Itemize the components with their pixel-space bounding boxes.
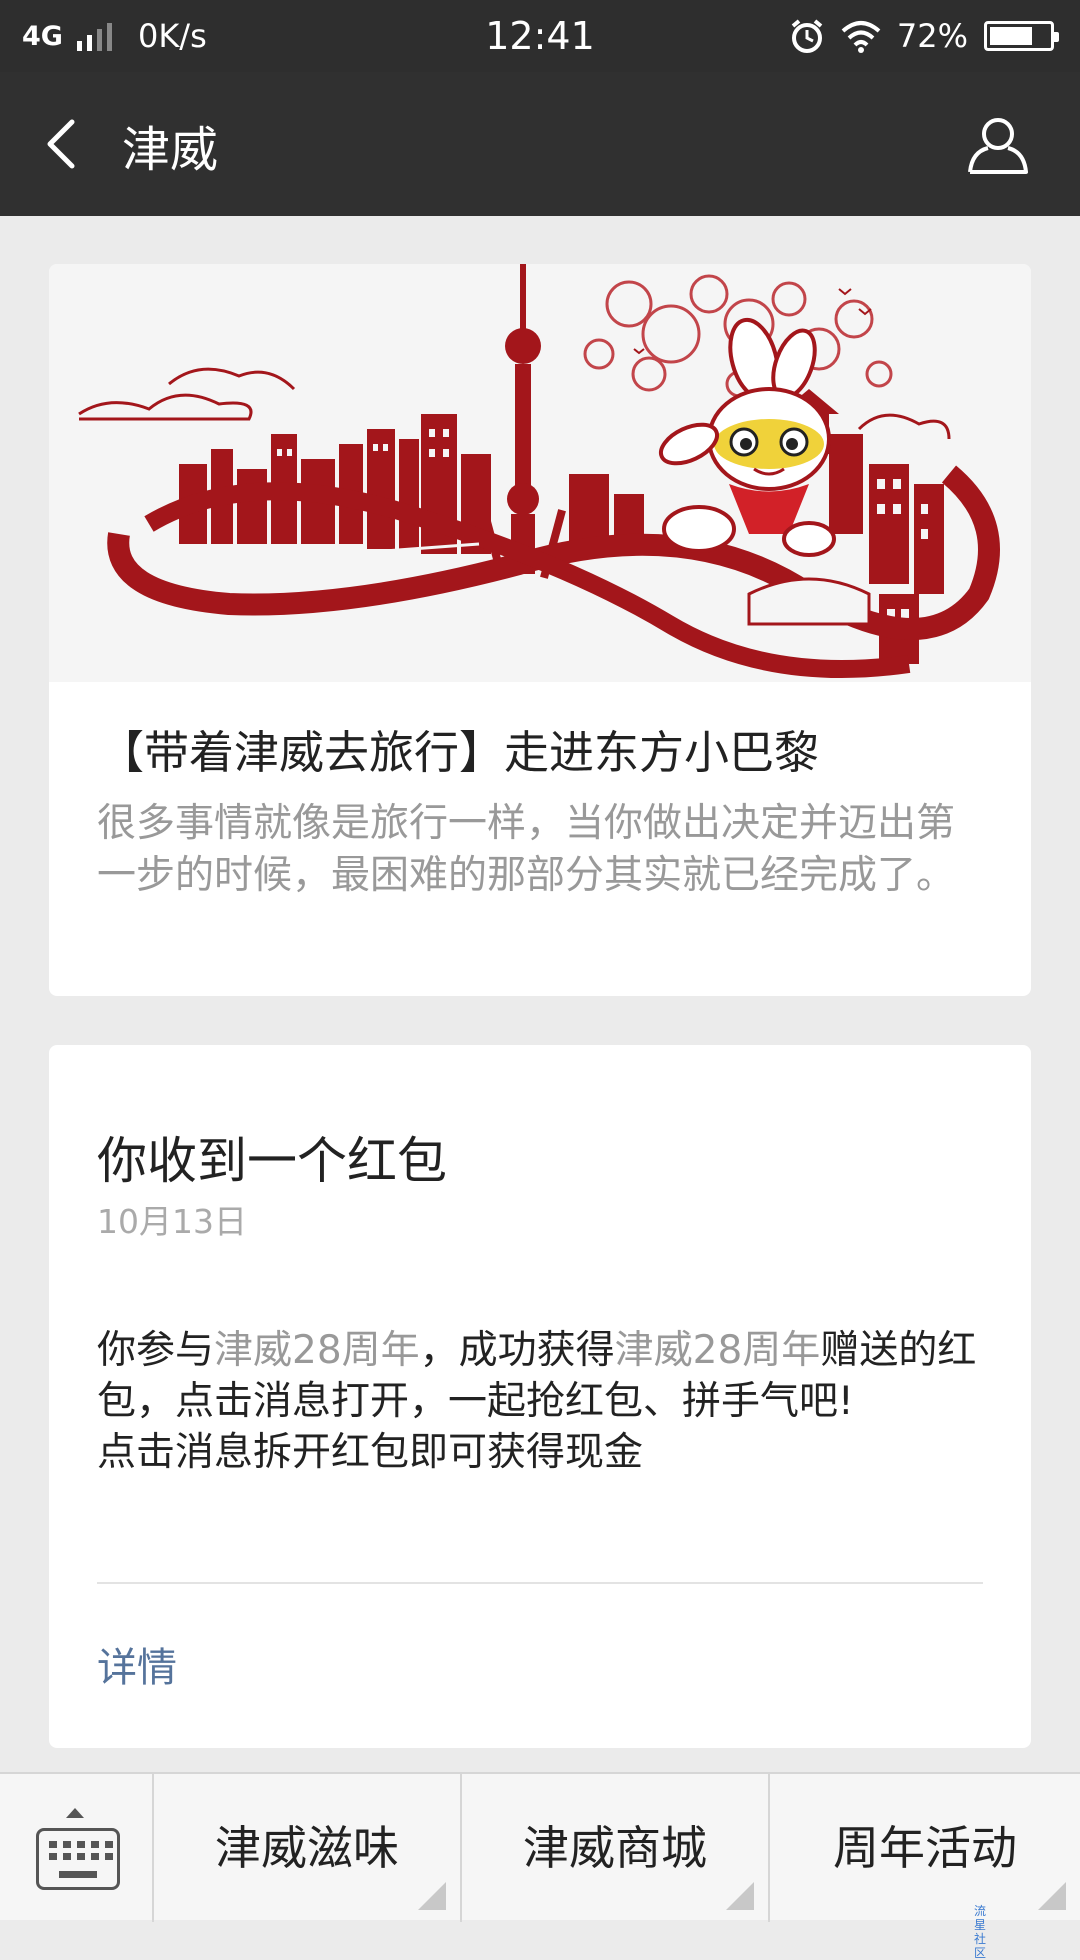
keyboard-icon bbox=[36, 1828, 120, 1890]
message-date: 10月13日 bbox=[97, 1202, 247, 1241]
page-title: 津威 bbox=[122, 122, 219, 178]
article-cover-image bbox=[49, 264, 1031, 682]
battery-icon bbox=[984, 21, 1059, 51]
menu-item-anniversary[interactable]: 周年活动 bbox=[770, 1774, 1080, 1922]
back-arrow-icon[interactable] bbox=[38, 114, 98, 174]
article-card[interactable]: 【带着津威去旅行】走进东方小巴黎 很多事情就像是旅行一样，当你做出决定并迈出第一… bbox=[49, 264, 1031, 996]
event-name-highlight: 津威28周年 bbox=[614, 1328, 821, 1373]
article-description: 很多事情就像是旅行一样，当你做出决定并迈出第一步的时候，最困难的那部分其实就已经… bbox=[97, 801, 956, 898]
battery-percent: 72% bbox=[896, 17, 968, 55]
wifi-icon bbox=[841, 21, 881, 53]
submenu-indicator-icon bbox=[726, 1882, 754, 1910]
profile-icon[interactable] bbox=[966, 112, 1030, 176]
alarm-icon bbox=[791, 19, 823, 53]
divider bbox=[97, 1582, 983, 1584]
red-packet-card[interactable]: 你收到一个红包 10月13日 你参与津威28周年，成功获得津威28周年赠送的红包… bbox=[49, 1045, 1031, 1748]
details-link[interactable]: 详情 bbox=[97, 1635, 177, 1693]
battery-fill bbox=[990, 27, 1032, 45]
status-bar: 4G 0K/s 12:41 72% bbox=[0, 0, 1080, 72]
chevron-up-icon bbox=[66, 1808, 84, 1818]
menu-item-flavor[interactable]: 津威滋味 bbox=[154, 1774, 462, 1922]
message-title: 你收到一个红包 bbox=[97, 1132, 447, 1190]
article-title: 【带着津威去旅行】走进东方小巴黎 bbox=[99, 726, 820, 779]
message-body: 你参与津威28周年，成功获得津威28周年赠送的红包，点击消息打开，一起抢红包、拼… bbox=[97, 1325, 987, 1478]
submenu-indicator-icon bbox=[418, 1882, 446, 1910]
event-name-highlight: 津威28周年 bbox=[214, 1328, 420, 1373]
submenu-indicator-icon bbox=[1038, 1882, 1066, 1910]
nav-bar: 津威 bbox=[0, 72, 1080, 216]
body-text: 点击消息拆开红包即可获得现金 bbox=[97, 1430, 644, 1475]
menu-item-label: 津威商城 bbox=[523, 1821, 707, 1875]
bottom-menu: 津威滋味 津威商城 流星社区 周年活动 bbox=[0, 1772, 1080, 1960]
keyboard-toggle-button[interactable] bbox=[0, 1774, 154, 1922]
menu-item-label: 津威滋味 bbox=[215, 1821, 399, 1875]
menu-item-label: 周年活动 bbox=[833, 1821, 1017, 1875]
menu-item-store[interactable]: 津威商城 流星社区 bbox=[462, 1774, 986, 1960]
body-text: 你参与 bbox=[97, 1328, 215, 1373]
body-text: ，成功获得 bbox=[419, 1328, 615, 1373]
